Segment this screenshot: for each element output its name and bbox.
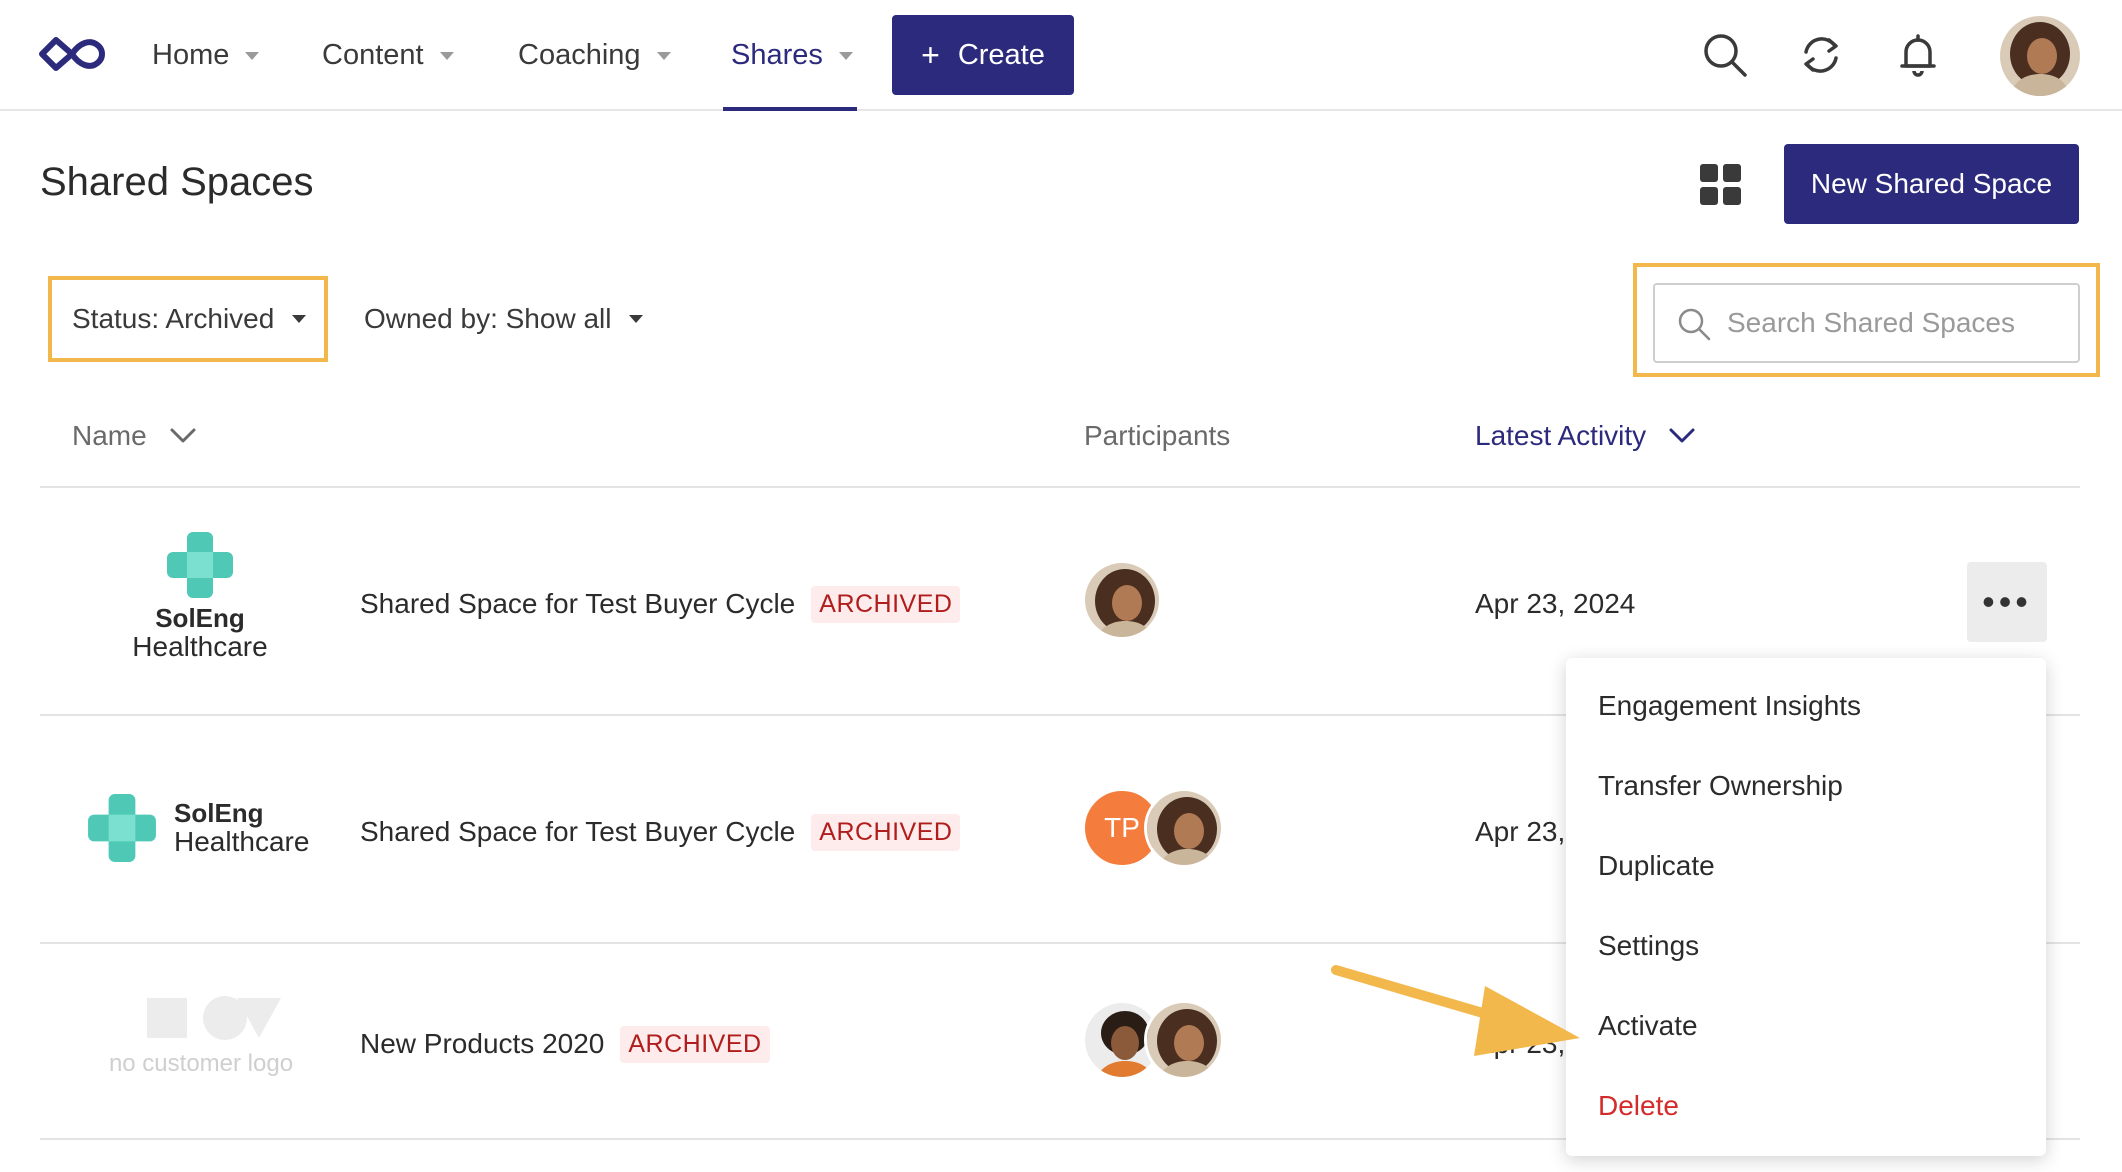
table-row[interactable]: New Products 2020 ARCHIVED xyxy=(360,1024,770,1064)
shared-space-name[interactable]: Shared Space for Test Buyer Cycle xyxy=(360,588,795,620)
latest-activity-date: Apr 23, 2024 xyxy=(1475,588,1636,619)
caret-down-icon xyxy=(292,315,307,323)
user-avatar[interactable] xyxy=(2000,16,2080,96)
menu-item-transfer-ownership[interactable]: Transfer Ownership xyxy=(1598,770,1843,802)
table-row[interactable]: Shared Space for Test Buyer Cycle ARCHIV… xyxy=(360,812,961,852)
annotation-arrow-icon xyxy=(1331,965,1580,1056)
nav-home[interactable]: Home xyxy=(152,0,260,111)
owner-filter-label: Owned by: Show all xyxy=(364,303,612,334)
nav-home-label: Home xyxy=(152,39,230,71)
search-input[interactable] xyxy=(1725,285,2065,361)
app-logo-icon[interactable] xyxy=(38,32,108,76)
chevron-down-icon xyxy=(245,51,260,60)
owner-filter-dropdown[interactable]: Owned by: Show all xyxy=(364,276,644,362)
participant-avatar-image xyxy=(1085,563,1159,637)
column-header-name-label: Name xyxy=(72,420,147,451)
customer-logo: SolEng Healthcare xyxy=(86,792,326,864)
logo-brand-normal: Healthcare xyxy=(132,631,268,662)
participant-avatar[interactable] xyxy=(1082,560,1162,640)
nav-coaching-label: Coaching xyxy=(518,39,641,71)
caret-down-icon xyxy=(629,315,644,323)
row-actions-button[interactable]: ••• xyxy=(1967,562,2047,642)
column-header-name[interactable]: Name xyxy=(72,420,197,452)
customer-logo: SolEng Healthcare xyxy=(132,530,268,662)
menu-item-delete[interactable]: Delete xyxy=(1598,1090,1679,1122)
logo-brand-bold: SolEng xyxy=(155,603,245,633)
menu-item-settings[interactable]: Settings xyxy=(1598,930,1699,962)
search-icon[interactable] xyxy=(1702,32,1748,78)
chevron-down-icon xyxy=(170,428,196,443)
table-divider xyxy=(40,486,2080,488)
search-box[interactable] xyxy=(1653,283,2080,363)
nav-content[interactable]: Content xyxy=(322,0,454,111)
status-badge: ARCHIVED xyxy=(811,813,961,851)
top-navigation: Home Content Coaching Shares + Create xyxy=(0,0,2122,111)
sync-icon[interactable] xyxy=(1798,32,1844,78)
menu-item-activate[interactable]: Activate xyxy=(1598,1010,1698,1042)
plus-icon: + xyxy=(921,36,940,73)
create-button-label: Create xyxy=(957,38,1045,71)
status-badge: ARCHIVED xyxy=(620,1025,770,1063)
search-icon xyxy=(1678,308,1711,341)
chevron-down-icon xyxy=(439,51,454,60)
shared-space-name[interactable]: New Products 2020 xyxy=(360,1028,604,1060)
nav-coaching[interactable]: Coaching xyxy=(518,0,671,111)
medical-cross-icon xyxy=(167,532,233,598)
nav-shares-label: Shares xyxy=(731,39,823,71)
participant-avatar-image xyxy=(1147,1003,1221,1077)
participant-avatar[interactable] xyxy=(1144,788,1224,868)
medical-cross-icon xyxy=(88,794,156,862)
latest-activity-date: Apr 23, xyxy=(1475,816,1566,847)
participant-avatar[interactable] xyxy=(1144,1000,1224,1080)
nav-content-label: Content xyxy=(322,39,424,71)
logo-brand-bold: SolEng xyxy=(174,798,264,828)
shared-space-name[interactable]: Shared Space for Test Buyer Cycle xyxy=(360,816,795,848)
no-logo-text: no customer logo xyxy=(108,1050,294,1077)
status-filter-dropdown[interactable]: Status: Archived xyxy=(48,276,328,362)
page-title: Shared Spaces xyxy=(40,160,314,204)
nav-shares[interactable]: Shares xyxy=(723,0,857,111)
more-horizontal-icon: ••• xyxy=(1982,581,2032,622)
column-header-participants: Participants xyxy=(1084,420,1230,452)
column-header-latest-activity-label: Latest Activity xyxy=(1475,420,1647,451)
search-highlight xyxy=(1633,263,2100,377)
participant-avatar-image xyxy=(1147,791,1221,865)
status-badge: ARCHIVED xyxy=(811,585,961,623)
chevron-down-icon xyxy=(656,51,671,60)
chevron-down-icon xyxy=(1669,428,1695,443)
menu-item-engagement-insights[interactable]: Engagement Insights xyxy=(1598,690,1861,722)
menu-item-duplicate[interactable]: Duplicate xyxy=(1598,850,1715,882)
column-header-latest-activity[interactable]: Latest Activity xyxy=(1475,420,1696,452)
user-avatar-image xyxy=(2000,16,2080,96)
grid-view-icon[interactable] xyxy=(1700,164,1742,206)
create-button[interactable]: + Create xyxy=(892,15,1074,95)
logo-brand-normal: Healthcare xyxy=(174,826,310,857)
row-actions-menu: Engagement Insights Transfer Ownership D… xyxy=(1566,658,2046,1156)
customer-logo-placeholder: no customer logo xyxy=(96,994,306,1078)
status-filter-label: Status: Archived xyxy=(72,303,275,334)
new-shared-space-button[interactable]: New Shared Space xyxy=(1784,144,2079,224)
chevron-down-icon xyxy=(838,51,853,60)
table-row[interactable]: Shared Space for Test Buyer Cycle ARCHIV… xyxy=(360,584,961,624)
bell-icon[interactable] xyxy=(1895,32,1941,78)
column-header-participants-label: Participants xyxy=(1084,420,1231,451)
active-tab-indicator xyxy=(723,107,857,111)
placeholder-shapes-icon xyxy=(147,996,281,1040)
